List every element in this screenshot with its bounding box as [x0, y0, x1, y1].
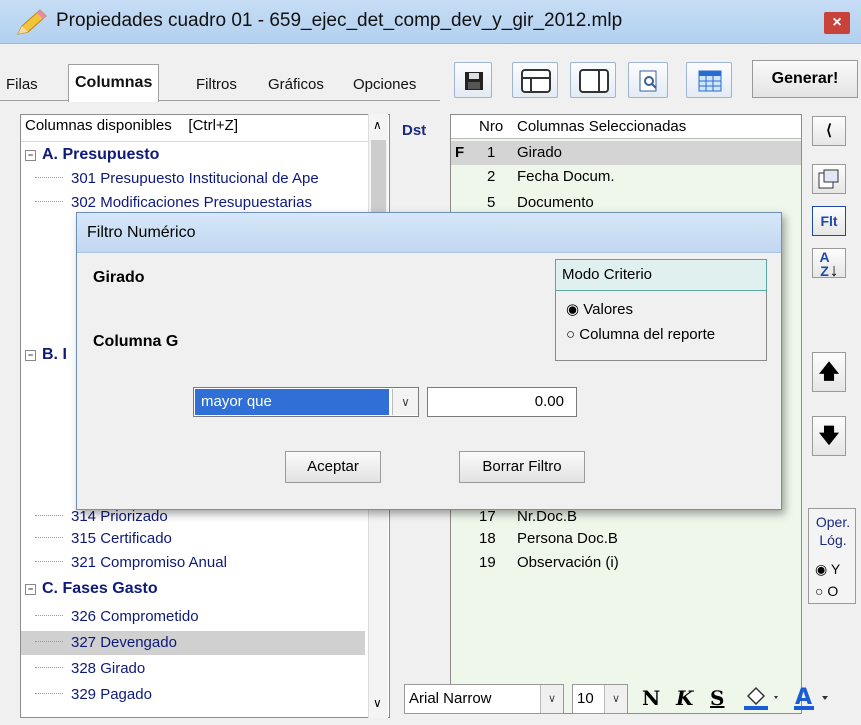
- move-left-button[interactable]: ⟨: [812, 116, 846, 146]
- value-input[interactable]: 0.00: [427, 387, 577, 417]
- tree-item[interactable]: 301 Presupuesto Institucional de Ape: [21, 167, 319, 191]
- collapse-icon[interactable]: −: [25, 350, 36, 361]
- collapse-icon[interactable]: −: [25, 584, 36, 595]
- move-down-button[interactable]: 🡇: [812, 416, 846, 456]
- accept-button[interactable]: Aceptar: [285, 451, 381, 483]
- fill-color-button[interactable]: [742, 684, 782, 716]
- collapse-icon[interactable]: −: [25, 150, 36, 161]
- underline-button[interactable]: S: [710, 686, 724, 710]
- sort-az-icon: AZ: [819, 249, 830, 279]
- tree-header-label: Columnas disponibles: [25, 117, 172, 134]
- grid-row[interactable]: 18 Persona Doc.B: [451, 527, 801, 551]
- grid-icon: [698, 70, 722, 92]
- arrow-up-icon: 🡅: [818, 361, 840, 383]
- generate-button[interactable]: Generar!: [752, 60, 858, 98]
- bold-button[interactable]: N: [642, 686, 660, 710]
- chevron-down-icon[interactable]: ∨: [604, 685, 627, 713]
- app-pencil-icon: [14, 8, 48, 42]
- logic-operator-group: Oper. Lóg. ◉ Y ○ O: [808, 508, 856, 604]
- chevron-down-icon[interactable]: ∨: [540, 685, 563, 713]
- operator-value: mayor que: [195, 389, 389, 415]
- dialog-title: Filtro Numérico: [77, 213, 781, 253]
- paint-bucket-icon: [744, 686, 778, 710]
- tab-strip-line: [0, 100, 440, 101]
- tree-header: Columnas disponibles [Ctrl+Z]: [25, 117, 238, 134]
- numeric-filter-dialog: Filtro Numérico Girado Columna G Modo Cr…: [76, 212, 782, 510]
- header-nro: Nro: [479, 118, 504, 135]
- window-title: Propiedades cuadro 01 - 659_ejec_det_com…: [56, 10, 623, 31]
- filter-button[interactable]: Flt: [812, 206, 846, 236]
- floppy-icon: [465, 72, 483, 90]
- move-up-button[interactable]: 🡅: [812, 352, 846, 392]
- font-name-select[interactable]: Arial Narrow ∨: [404, 684, 564, 714]
- arrow-left-icon: ⟨: [826, 122, 832, 139]
- grid-row-selected[interactable]: F 1 Girado: [451, 141, 801, 165]
- arrow-down-icon: 🡇: [818, 425, 840, 447]
- tab-columnas[interactable]: Columnas: [68, 64, 160, 102]
- italic-button[interactable]: K: [676, 686, 693, 710]
- grid-row[interactable]: 2 Fecha Docum.: [451, 165, 801, 189]
- tree-group-label: A. Presupuesto: [42, 146, 160, 163]
- tree-header-shortcut: [Ctrl+Z]: [188, 117, 239, 134]
- tree-group-fases-gasto[interactable]: − C. Fases Gasto: [21, 577, 158, 601]
- radio-y[interactable]: ◉ Y: [815, 561, 840, 578]
- mode-criteria-title: Modo Criterio: [555, 259, 767, 291]
- font-size-select[interactable]: 10 ∨: [572, 684, 628, 714]
- layout-cols-button[interactable]: [570, 62, 616, 98]
- layout-rows-button[interactable]: [512, 62, 558, 98]
- chevron-down-icon[interactable]: ∨: [392, 389, 418, 415]
- operator-select[interactable]: mayor que ∨: [193, 387, 419, 417]
- clear-filter-button[interactable]: Borrar Filtro: [459, 451, 585, 483]
- header-columnas: Columnas Seleccionadas: [517, 118, 687, 135]
- scroll-down-icon[interactable]: ∨: [373, 696, 382, 710]
- tree-item[interactable]: 321 Compromiso Anual: [21, 551, 227, 575]
- tab-opciones[interactable]: Opciones: [347, 70, 422, 100]
- column-label: Columna G: [93, 333, 179, 350]
- radio-o[interactable]: ○ O: [815, 583, 838, 599]
- properties-button[interactable]: [812, 164, 846, 194]
- close-button[interactable]: ×: [824, 12, 850, 34]
- grid-button[interactable]: [686, 62, 732, 98]
- tab-filtros[interactable]: Filtros: [190, 70, 243, 100]
- tree-item[interactable]: 328 Girado: [21, 657, 145, 681]
- tree-group-presupuesto[interactable]: − A. Presupuesto: [21, 143, 159, 167]
- tree-group-b[interactable]: − B. I: [21, 343, 67, 367]
- layout-rows-icon: [521, 69, 551, 93]
- tab-graficos[interactable]: Gráficos: [262, 70, 330, 100]
- tab-filas[interactable]: Filas: [0, 70, 44, 100]
- tree-item-selected[interactable]: 327 Devengado: [21, 631, 365, 655]
- grid-header: Nro Columnas Seleccionadas: [451, 115, 801, 139]
- font-color-button[interactable]: A: [792, 684, 852, 716]
- font-color-icon: A: [794, 685, 828, 710]
- tree-item[interactable]: 329 Pagado: [21, 683, 152, 707]
- tree-item[interactable]: 315 Certificado: [21, 527, 172, 551]
- mode-criteria-group: Modo Criterio ◉ Valores ○ Columna del re…: [555, 259, 767, 361]
- sort-az-button[interactable]: A Z↓: [812, 248, 846, 279]
- field-name-label: Girado: [93, 269, 145, 286]
- oper-label: Oper. Lóg.: [815, 514, 851, 548]
- preview-icon: [639, 70, 657, 92]
- radio-columna-reporte[interactable]: ○ Columna del reporte: [566, 326, 715, 343]
- scroll-up-icon[interactable]: ∧: [373, 118, 382, 132]
- title-bar: Propiedades cuadro 01 - 659_ejec_det_com…: [0, 0, 861, 44]
- preview-button[interactable]: [628, 62, 668, 98]
- dst-label[interactable]: Dst: [402, 122, 426, 139]
- properties-icon: [818, 169, 839, 189]
- radio-valores[interactable]: ◉ Valores: [566, 300, 633, 318]
- layout-cols-icon: [579, 69, 609, 93]
- grid-row[interactable]: 19 Observación (i): [451, 551, 801, 575]
- tree-item[interactable]: 326 Comprometido: [21, 605, 199, 629]
- save-button[interactable]: [454, 62, 492, 98]
